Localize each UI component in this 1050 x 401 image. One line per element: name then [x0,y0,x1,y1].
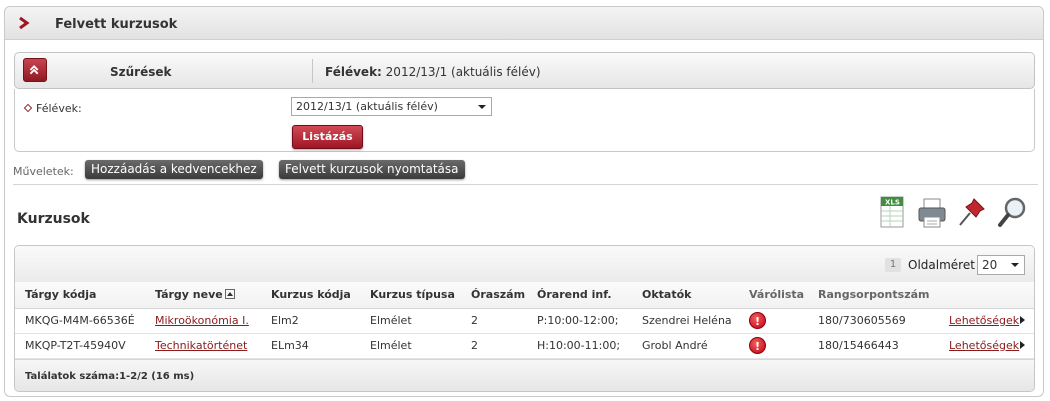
collapse-filters-button[interactable] [23,58,47,82]
divider [13,184,1038,185]
subject-name-link[interactable]: Technikatörténet [155,339,247,352]
subject-name-link[interactable]: Mikroökonómia I. [155,314,249,327]
cell-course-code: Elm2 [261,308,360,334]
main-panel: Felvett kurzusok Szűrések Félévek: 2012/… [4,6,1044,397]
caret-right-icon[interactable] [1020,316,1026,324]
cell-subject-name: Mikroökonómia I. [145,308,261,334]
column-header-subject-code[interactable]: Tárgy kódja [15,282,145,309]
column-header-options [939,282,1034,309]
options-link[interactable]: Lehetőségek [949,339,1019,352]
page-number[interactable]: 1 [885,258,901,272]
operations-label: Műveletek: [13,165,74,178]
courses-grid: 1 Oldalméret 20 Tárgy kódja Tárgy neve K… [14,245,1035,392]
grid-footer: Találatok száma:1-2/2 (16 ms) [15,359,1034,391]
chevron-right-icon [19,16,30,30]
cell-subject-code: MKQG-M4M-66536É [15,308,145,334]
cell-course-code: ELm34 [261,333,360,359]
column-header-subject-name[interactable]: Tárgy neve [145,282,261,309]
cell-options: Lehetőségek [939,333,1034,359]
column-header-subject-name-label: Tárgy neve [155,288,223,302]
cell-course-type: Elmélet [360,308,461,334]
required-marker-icon [23,103,33,113]
section-title: Kurzusok [17,211,90,227]
table-header-row: Tárgy kódja Tárgy neve Kurzus kódja Kurz… [15,282,1034,309]
column-header-ranking-score: Rangsorpontszám [808,282,939,309]
warning-icon: ! [749,337,766,354]
filter-bar: Szűrések Félévek: 2012/13/1 (aktuális fé… [14,52,1035,89]
column-header-course-code[interactable]: Kurzus kódja [261,282,360,309]
cell-teachers: Szendrei Heléna [632,308,739,334]
cell-subject-code: MKQP-T2T-45940V [15,333,145,359]
add-to-favorites-button[interactable]: Hozzáadás a kedvencekhez [85,160,263,179]
semester-value: 2012/13/1 (aktuális félév) [385,65,541,79]
column-header-teachers[interactable]: Oktatók [632,282,739,309]
semester-field-text: Félévek: [36,102,82,115]
results-count: Találatok száma:1-2/2 (16 ms) [25,371,195,382]
xls-label: XLS [885,199,900,207]
divider [312,59,313,83]
dropdown-arrow-icon [478,105,486,109]
search-icon[interactable] [996,195,1028,231]
cell-subject-name: Technikatörténet [145,333,261,359]
cell-waitlist: ! [739,333,808,359]
semester-prefix: Félévek: [325,65,382,79]
double-chevron-up-icon [29,65,39,75]
sort-ascending-icon[interactable] [224,289,235,300]
semester-select[interactable]: 2012/13/1 (aktuális félév) [291,97,492,116]
dropdown-arrow-icon [1011,263,1019,267]
print-icon[interactable] [916,195,948,231]
cell-ranking-score: 180/730605569 [808,308,939,334]
table-row: MKQP-T2T-45940V Technikatörténet ELm34 E… [15,333,1034,359]
table-row: MKQG-M4M-66536É Mikroökonómia I. Elm2 El… [15,308,1034,334]
page-title: Felvett kurzusok [55,17,178,32]
grid-toolbar: 1 Oldalméret 20 [15,246,1034,282]
pin-icon[interactable] [956,195,988,231]
courses-table: Tárgy kódja Tárgy neve Kurzus kódja Kurz… [15,282,1034,359]
page-size-select[interactable]: 20 [977,255,1025,275]
active-semester-summary: Félévek: 2012/13/1 (aktuális félév) [325,65,541,79]
cell-timetable: H:10:00-11:00; [527,333,632,359]
options-link[interactable]: Lehetőségek [949,314,1019,327]
column-header-hours[interactable]: Óraszám [461,282,527,309]
cell-hours: 2 [461,333,527,359]
cell-course-type: Elmélet [360,333,461,359]
filter-panel: Félévek: 2012/13/1 (aktuális félév) List… [14,89,1035,152]
cell-options: Lehetőségek [939,308,1034,334]
list-button[interactable]: Listázás [292,125,363,149]
column-header-waitlist: Várólista [739,282,808,309]
page-size-value: 20 [982,258,998,272]
semester-select-value: 2012/13/1 (aktuális félév) [296,100,438,113]
filter-toggle-label[interactable]: Szűrések [110,65,172,79]
cell-hours: 2 [461,308,527,334]
cell-teachers: Grobl André [632,333,739,359]
warning-icon: ! [749,312,766,329]
excel-export-icon[interactable]: XLS [877,195,909,231]
page-size-label: Oldalméret [908,258,975,272]
operations-bar: Műveletek: Hozzáadás a kedvencekhez Felv… [13,159,1043,181]
print-courses-button[interactable]: Felvett kurzusok nyomtatása [279,160,465,179]
semester-field-label: Félévek: [23,102,82,115]
caret-right-icon[interactable] [1020,341,1026,349]
column-header-timetable[interactable]: Órarend inf. [527,282,632,309]
cell-timetable: P:10:00-12:00; [527,308,632,334]
title-bar: Felvett kurzusok [5,7,1043,40]
cell-waitlist: ! [739,308,808,334]
column-header-course-type[interactable]: Kurzus típusa [360,282,461,309]
cell-ranking-score: 180/15466443 [808,333,939,359]
